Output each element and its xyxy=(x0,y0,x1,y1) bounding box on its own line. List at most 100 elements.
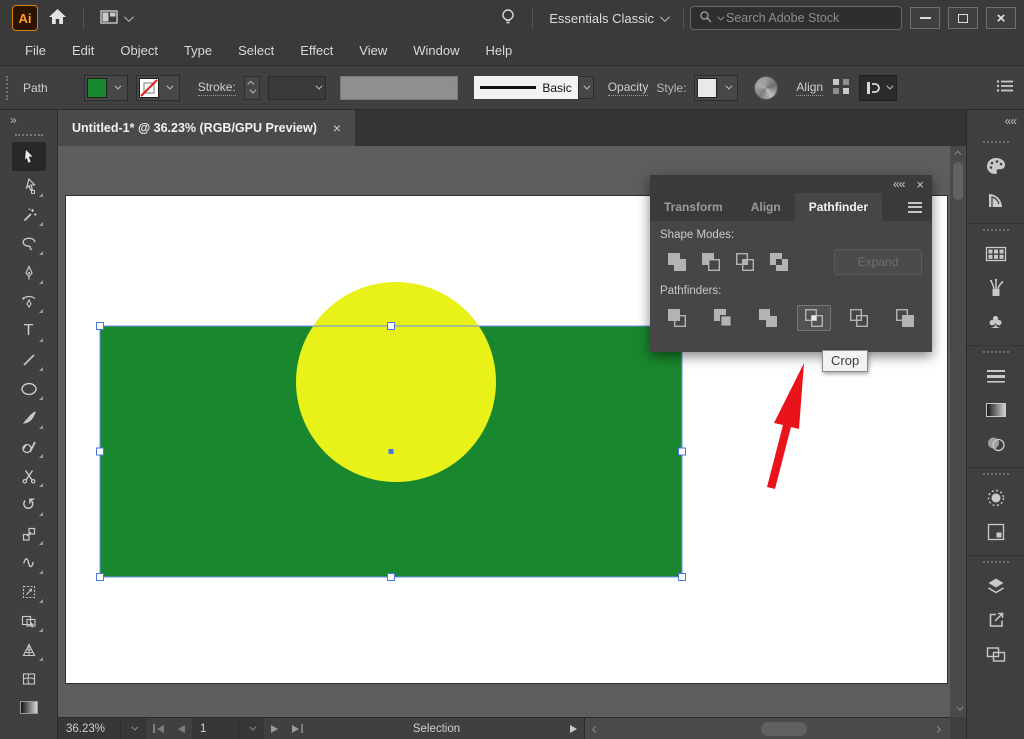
status-options-button[interactable] xyxy=(563,725,584,733)
scroll-up-icon[interactable] xyxy=(956,146,961,160)
horizontal-scrollbar[interactable] xyxy=(584,718,950,739)
collapse-panels-button[interactable]: «« xyxy=(967,110,1024,136)
artboard-dropdown-button[interactable] xyxy=(238,718,264,739)
scissors-tool[interactable] xyxy=(12,461,46,490)
maximize-button[interactable] xyxy=(948,7,978,29)
minus-front-button[interactable] xyxy=(694,249,728,275)
search-input[interactable] xyxy=(726,11,893,25)
type-tool[interactable]: T xyxy=(12,316,46,345)
tab-pathfinder[interactable]: Pathfinder xyxy=(795,193,882,221)
artboard-number-field[interactable]: 1 xyxy=(192,718,238,739)
fill-color-control[interactable] xyxy=(84,75,128,101)
lasso-tool[interactable] xyxy=(12,229,46,258)
style-control[interactable] xyxy=(694,75,738,101)
brush-preview[interactable]: Basic xyxy=(474,76,578,99)
gradient-tool[interactable] xyxy=(12,693,46,722)
selection-handle[interactable] xyxy=(388,574,395,581)
swatches-panel-button[interactable] xyxy=(978,237,1014,271)
menu-view[interactable]: View xyxy=(346,43,400,58)
appearance-panel-button[interactable] xyxy=(978,481,1014,515)
shape-builder-tool[interactable] xyxy=(12,606,46,635)
last-artboard-button[interactable] xyxy=(285,724,310,733)
chevron-down-icon[interactable] xyxy=(115,83,122,90)
zoom-dropdown-button[interactable] xyxy=(120,718,146,739)
menu-select[interactable]: Select xyxy=(225,43,287,58)
menu-edit[interactable]: Edit xyxy=(59,43,107,58)
selection-handle[interactable] xyxy=(679,448,686,455)
intersect-button[interactable] xyxy=(728,249,762,275)
previous-artboard-button[interactable] xyxy=(171,725,192,733)
direct-selection-tool[interactable] xyxy=(12,171,46,200)
unite-button[interactable] xyxy=(660,249,694,275)
crop-button[interactable] xyxy=(797,305,831,331)
graphic-styles-panel-button[interactable] xyxy=(978,515,1014,549)
minus-back-button[interactable] xyxy=(888,305,922,331)
selection-handle[interactable] xyxy=(679,574,686,581)
divide-button[interactable] xyxy=(660,305,694,331)
home-button[interactable] xyxy=(38,4,77,32)
next-artboard-button[interactable] xyxy=(264,725,285,733)
close-panel-icon[interactable]: × xyxy=(916,177,924,192)
gradient-panel-button[interactable] xyxy=(978,393,1014,427)
horizontal-scroll-thumb[interactable] xyxy=(761,722,807,736)
trim-button[interactable] xyxy=(706,305,740,331)
menu-window[interactable]: Window xyxy=(400,43,472,58)
recolor-artwork-icon[interactable] xyxy=(754,76,778,100)
selection-handle[interactable] xyxy=(97,448,104,455)
stepper-down-icon[interactable] xyxy=(250,87,257,94)
first-artboard-button[interactable] xyxy=(146,724,171,733)
shaper-tool[interactable] xyxy=(12,432,46,461)
vertical-scrollbar[interactable] xyxy=(950,146,966,717)
selection-handle[interactable] xyxy=(97,574,104,581)
tab-transform[interactable]: Transform xyxy=(650,193,737,221)
rotate-tool[interactable]: ↺ xyxy=(12,490,46,519)
free-transform-tool[interactable] xyxy=(12,577,46,606)
scroll-down-icon[interactable] xyxy=(956,701,961,715)
menu-help[interactable]: Help xyxy=(472,43,525,58)
selection-handle[interactable] xyxy=(97,323,104,330)
menu-object[interactable]: Object xyxy=(107,43,171,58)
toolbar-expander[interactable]: » xyxy=(0,110,57,132)
symbols-panel-button[interactable]: ♣ xyxy=(978,305,1014,339)
menu-effect[interactable]: Effect xyxy=(287,43,346,58)
zoom-level-field[interactable]: 36.23% xyxy=(58,718,120,739)
opacity-label[interactable]: Opacity xyxy=(608,80,649,96)
curvature-tool[interactable] xyxy=(12,287,46,316)
arrange-documents-button[interactable] xyxy=(90,4,141,32)
minimize-button[interactable] xyxy=(910,7,940,29)
fill-swatch[interactable] xyxy=(87,78,107,98)
collapse-panel-icon[interactable]: «« xyxy=(893,177,904,191)
more-options-icon[interactable] xyxy=(996,79,1014,96)
magic-wand-tool[interactable] xyxy=(12,200,46,229)
chevron-down-icon[interactable] xyxy=(725,83,732,90)
artboards-panel-button[interactable] xyxy=(978,637,1014,671)
asset-export-panel-button[interactable] xyxy=(978,603,1014,637)
scroll-left-icon[interactable] xyxy=(593,723,598,735)
line-segment-tool[interactable] xyxy=(12,345,46,374)
color-guide-panel-button[interactable] xyxy=(978,183,1014,217)
workspace-switcher[interactable]: Essentials Classic xyxy=(539,4,677,32)
stroke-color-control[interactable] xyxy=(136,75,180,101)
vertical-scroll-thumb[interactable] xyxy=(953,162,963,200)
color-panel-button[interactable] xyxy=(978,149,1014,183)
discover-button[interactable] xyxy=(490,4,526,32)
panel-menu-icon[interactable] xyxy=(908,193,932,221)
tab-align[interactable]: Align xyxy=(737,193,795,221)
merge-button[interactable] xyxy=(751,305,785,331)
stroke-panel-button[interactable] xyxy=(978,359,1014,393)
brush-dropdown-button[interactable] xyxy=(578,76,594,99)
brushes-panel-button[interactable] xyxy=(978,271,1014,305)
stroke-weight-stepper[interactable] xyxy=(244,76,260,100)
perspective-grid-tool[interactable] xyxy=(12,635,46,664)
outline-button[interactable] xyxy=(842,305,876,331)
search-adobe-stock[interactable] xyxy=(690,6,902,30)
stroke-weight-label[interactable]: Stroke: xyxy=(198,80,236,96)
menu-type[interactable]: Type xyxy=(171,43,225,58)
mesh-tool[interactable] xyxy=(12,664,46,693)
width-tool[interactable]: ∿ xyxy=(12,548,46,577)
document-tab[interactable]: Untitled-1* @ 36.23% (RGB/GPU Preview) × xyxy=(58,110,355,146)
search-scope-chevron-icon[interactable] xyxy=(717,13,724,20)
pen-tool[interactable] xyxy=(12,258,46,287)
paintbrush-tool[interactable] xyxy=(12,403,46,432)
align-objects-icon[interactable] xyxy=(831,77,851,98)
